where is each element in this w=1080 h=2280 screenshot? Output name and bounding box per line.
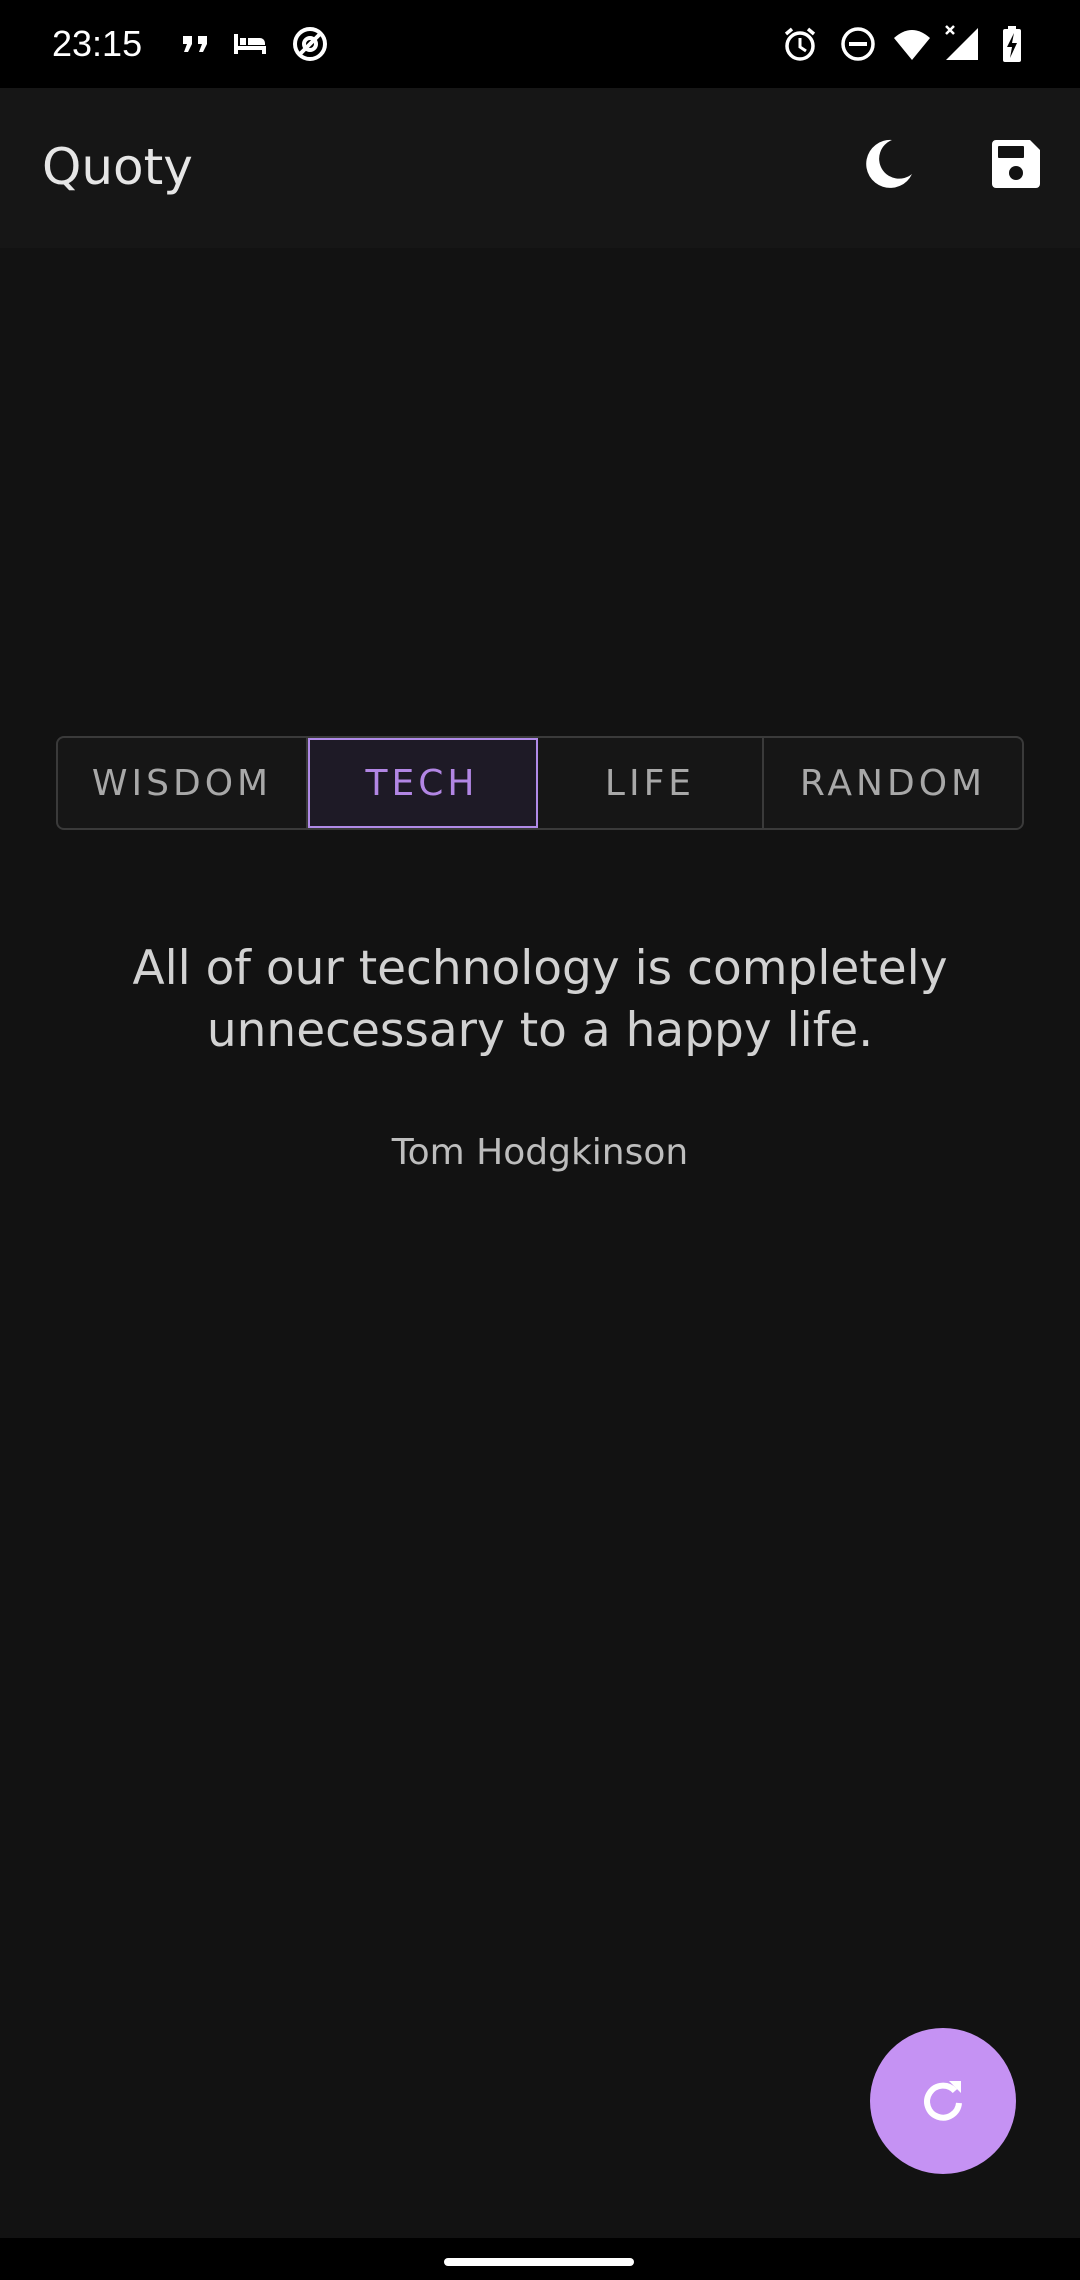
refresh-icon — [924, 2081, 962, 2121]
category-life[interactable]: LIFE — [538, 738, 764, 828]
status-bar: 23:15 — [0, 0, 1080, 88]
wifi-icon — [894, 30, 930, 60]
battery-charging-icon — [1003, 26, 1021, 62]
dark-mode-button[interactable] — [852, 128, 924, 200]
app-title: Quoty — [42, 138, 193, 196]
save-icon — [992, 140, 1040, 188]
category-toggle-group: WISDOM TECH LIFE RANDOM — [56, 736, 1024, 830]
save-button[interactable] — [980, 128, 1052, 200]
quote-icon — [183, 36, 207, 52]
do-not-disturb-icon — [841, 27, 875, 61]
alarm-icon — [784, 27, 816, 61]
refresh-quote-button[interactable] — [870, 2028, 1016, 2174]
quote-author: Tom Hodgkinson — [391, 1132, 689, 1173]
dark-mode-icon — [866, 139, 912, 188]
quote-text: All of our technology is completely unne… — [132, 941, 948, 1058]
category-random[interactable]: RANDOM — [764, 738, 1022, 828]
bed-icon — [234, 34, 266, 54]
no-tracking-icon — [293, 27, 327, 61]
home-gesture-handle[interactable] — [444, 2258, 634, 2266]
category-wisdom[interactable]: WISDOM — [58, 738, 308, 828]
category-tech[interactable]: TECH — [308, 738, 538, 828]
signal-icon — [945, 25, 978, 60]
status-time: 23:15 — [52, 23, 143, 64]
